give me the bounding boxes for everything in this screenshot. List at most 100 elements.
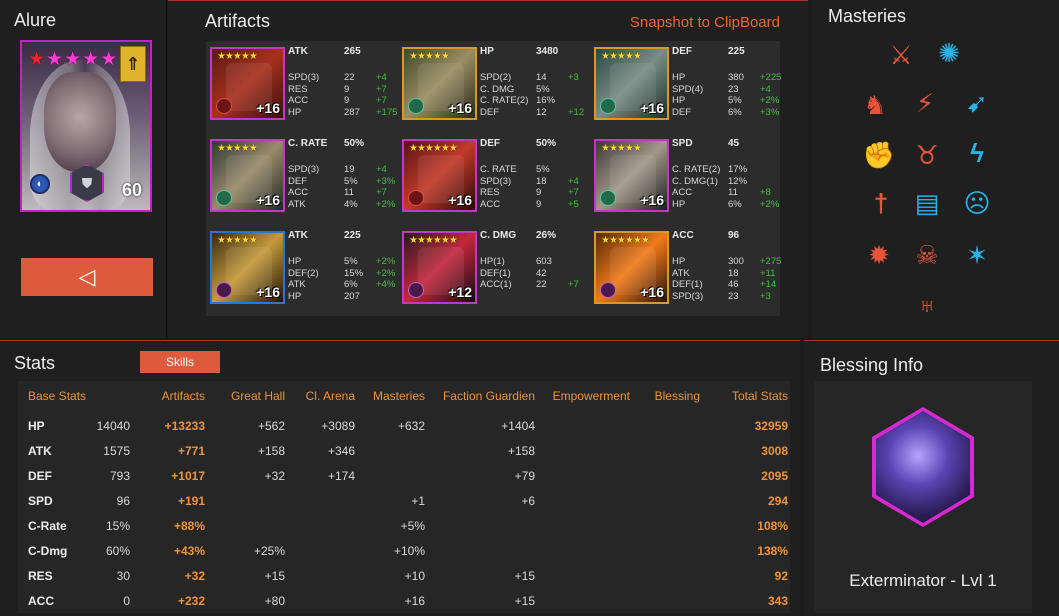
artifact-stars: ★★★★★ bbox=[217, 143, 258, 154]
artifact-main-stat: HP bbox=[480, 46, 494, 57]
artifact-slot[interactable]: ★★★★★ +16 DEF 225 HP 380 +225 SPD(4) 23 +4 HP 5% +2%… bbox=[590, 41, 781, 133]
stat-total: 294 bbox=[767, 494, 788, 508]
substat-row: HP 300 +275 bbox=[672, 256, 781, 268]
stat-base: 15% bbox=[105, 519, 130, 533]
mastery-demon-icon[interactable]: ♅ bbox=[908, 286, 946, 324]
artifact-level: +16 bbox=[640, 284, 664, 300]
artifact-slot[interactable]: ★★★★★★ +16 ACC 96 HP 300 +275 ATK 18 +11 DEF(1) 46 +… bbox=[590, 225, 781, 317]
substat-name: HP bbox=[672, 198, 686, 210]
artifact-main-stat: ACC bbox=[672, 230, 694, 241]
stat-great-hall: +25% bbox=[253, 544, 285, 558]
stats-title: Stats bbox=[14, 353, 56, 373]
artifact-icon[interactable]: ★★★★★ +16 bbox=[210, 231, 285, 304]
stats-table: Base Stats Artifacts Great Hall Cl. Aren… bbox=[18, 381, 790, 613]
substat-name: SPD(3) bbox=[288, 72, 320, 83]
substat-value: 5% bbox=[536, 83, 550, 95]
artifact-main-value: 225 bbox=[728, 46, 745, 57]
stat-base: 14040 bbox=[96, 419, 130, 433]
mastery-fist-icon[interactable]: ✊ bbox=[860, 136, 898, 174]
artifact-substats: SPD(3) 22 +4 RES 9 +7 ACC 9 +7 HP 287 +175 bbox=[288, 72, 397, 118]
stat-row: C-Rate 15% +88% +5% 108% bbox=[18, 515, 790, 540]
artifact-icon[interactable]: ★★★★★ +16 bbox=[594, 47, 669, 120]
stat-artifacts: +32 bbox=[184, 569, 205, 583]
mastery-blades-icon[interactable]: ⚔ bbox=[882, 36, 920, 74]
stat-artifacts: +232 bbox=[177, 594, 205, 608]
substat-row: DEF 5% +3% bbox=[288, 176, 395, 188]
substat-name: ATK bbox=[288, 198, 306, 210]
mastery-lightning-icon[interactable]: ϟ bbox=[958, 134, 996, 172]
stat-label: SPD bbox=[28, 494, 53, 508]
mastery-wing-icon[interactable]: ➹ bbox=[958, 84, 996, 122]
substat-value: 287 bbox=[344, 106, 360, 118]
artifact-stars: ★★★★★ bbox=[409, 51, 450, 62]
mastery-figure-icon[interactable]: ✶ bbox=[958, 236, 996, 274]
substat-bonus: +5 bbox=[568, 198, 579, 210]
stat-total: 343 bbox=[767, 594, 788, 608]
artifact-slot[interactable]: ★★★★★★ +12 C. DMG 26% HP(1) 603 DEF(1) 42 ACC(1)… bbox=[398, 225, 588, 317]
stat-row: SPD 96 +191 +1 +6 294 bbox=[18, 490, 790, 515]
artifact-slot[interactable]: ★★★★★ +16 ATK 265 SPD(3) 22 +4 RES 9 +7 ACC 9 +7 HP 28… bbox=[206, 41, 397, 133]
substat-bonus: +12 bbox=[568, 106, 585, 118]
substat-name: C. RATE(2) bbox=[672, 164, 721, 175]
stat-label: C-Dmg bbox=[28, 544, 68, 558]
artifact-slot[interactable]: ★★★★★ +16 HP 3480 SPD(2) 14 +3 C. DMG 5% C. RATE(… bbox=[398, 41, 588, 133]
champion-panel: Alure ★ ★ ★ ★ ★ ⇑ ◐ ⛊ 60 ◁ bbox=[0, 0, 167, 338]
substat-bonus: +2% bbox=[376, 267, 396, 279]
back-button[interactable]: ◁ bbox=[21, 258, 153, 296]
artifact-slot[interactable]: ★★★★★ +16 ATK 225 HP 5% +2% DEF(2) 15% +2% ATK 6% +4… bbox=[206, 225, 396, 317]
substat-name: HP bbox=[288, 290, 302, 302]
artifact-slot[interactable]: ★★★★★ +16 SPD 45 C. RATE(2) 17% C. DMG(1) 12% AC… bbox=[590, 133, 780, 225]
mastery-skull-icon[interactable]: ☠ bbox=[908, 236, 946, 274]
substat-value: 15% bbox=[344, 267, 364, 279]
mastery-explosion-icon[interactable]: ✹ bbox=[860, 236, 898, 274]
skills-button[interactable]: Skills bbox=[140, 351, 220, 373]
artifact-substats: SPD(3) 19 +4 DEF 5% +3% ACC 11 +7 ATK 4% +2% bbox=[288, 164, 395, 210]
stat-base: 793 bbox=[109, 469, 130, 483]
stat-artifacts: +88% bbox=[173, 519, 205, 533]
mastery-book-icon[interactable]: ▤ bbox=[908, 184, 946, 222]
artifact-icon[interactable]: ★★★★★ +16 bbox=[210, 139, 285, 212]
mastery-face-icon[interactable]: ☹ bbox=[958, 184, 996, 222]
substat-name: ACC bbox=[288, 95, 309, 106]
artifact-substats: HP 380 +225 SPD(4) 23 +4 HP 5% +2% DEF 6% +3% bbox=[672, 72, 781, 118]
stat-row: ATK 1575 +771 +158 +346 +158 3008 bbox=[18, 440, 790, 465]
artifact-icon[interactable]: ★★★★★★ +16 bbox=[594, 231, 669, 304]
stat-base: 1575 bbox=[103, 444, 130, 458]
artifact-icon[interactable]: ★★★★★ +16 bbox=[402, 47, 477, 120]
substat-name: C. RATE bbox=[480, 164, 517, 175]
mastery-fangs-icon[interactable]: ♉ bbox=[908, 136, 946, 174]
blessing-icon[interactable] bbox=[872, 407, 974, 527]
substat-row: RES 9 +7 bbox=[480, 187, 579, 199]
artifact-icon[interactable]: ★★★★★★ +16 bbox=[402, 139, 477, 212]
mastery-strike-icon[interactable]: ⚡ bbox=[906, 84, 944, 122]
substat-row: HP 380 +225 bbox=[672, 72, 781, 84]
artifact-grid: ★★★★★ +16 ATK 265 SPD(3) 22 +4 RES 9 +7 ACC 9 +7 HP 28… bbox=[206, 41, 781, 317]
substat-name: HP bbox=[672, 256, 686, 267]
mastery-warrior-icon[interactable]: ♞ bbox=[856, 86, 894, 124]
substat-row: SPD(4) 23 +4 bbox=[672, 84, 781, 96]
stat-label: C-Rate bbox=[28, 519, 67, 533]
artifact-icon[interactable]: ★★★★★ +16 bbox=[210, 47, 285, 120]
substat-value: 18 bbox=[728, 267, 739, 279]
snapshot-to-clipboard-button[interactable]: Snapshot to ClipBoard bbox=[630, 14, 780, 31]
substat-row: C. RATE(2) 17% bbox=[672, 164, 779, 176]
artifact-icon[interactable]: ★★★★★ +16 bbox=[594, 139, 669, 212]
substat-row: ATK 18 +11 bbox=[672, 268, 781, 280]
substat-bonus: +14 bbox=[760, 279, 777, 290]
artifact-level: +16 bbox=[256, 192, 280, 208]
artifact-slot[interactable]: ★★★★★★ +16 DEF 50% C. RATE 5% SPD(3) 18 +4 RES 9 +7… bbox=[398, 133, 588, 225]
mastery-sword-icon[interactable]: † bbox=[862, 184, 900, 222]
stat-label: ACC bbox=[28, 594, 54, 608]
champion-portrait[interactable]: ★ ★ ★ ★ ★ ⇑ ◐ ⛊ 60 bbox=[20, 40, 152, 212]
artifact-main-value: 50% bbox=[344, 138, 365, 149]
artifact-stars: ★★★★★ bbox=[217, 51, 258, 62]
substat-row: HP 287 +175 bbox=[288, 107, 397, 119]
artifact-icon[interactable]: ★★★★★★ +12 bbox=[402, 231, 477, 304]
substat-value: 5% bbox=[728, 95, 742, 106]
substat-value: 6% bbox=[728, 106, 742, 118]
masteries-title: Masteries bbox=[828, 6, 907, 26]
mastery-swirl-icon[interactable]: ✺ bbox=[930, 34, 968, 72]
champion-name: Alure bbox=[14, 10, 57, 30]
artifact-slot[interactable]: ★★★★★ +16 C. RATE 50% SPD(3) 19 +4 DEF 5% +3% ACC 1… bbox=[206, 133, 396, 225]
substat-value: 5% bbox=[344, 256, 358, 267]
